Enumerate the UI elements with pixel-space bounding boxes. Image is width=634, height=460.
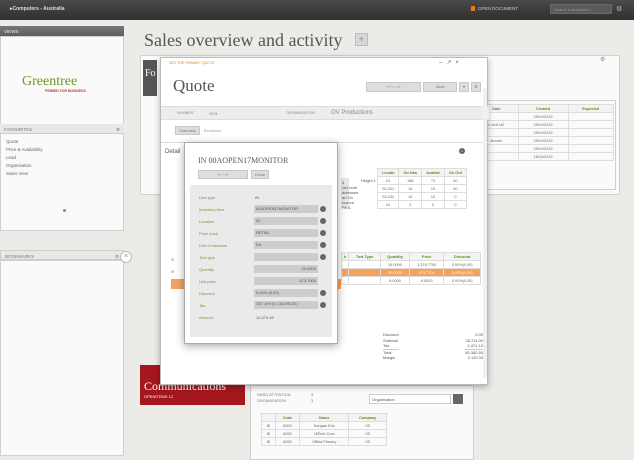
quote-title: Quote: [173, 76, 215, 95]
table-row[interactable]: 16.0000 1,376.7700 0.00%(0.00): [340, 260, 481, 269]
lookup-icon[interactable]: [320, 206, 326, 212]
favourites-header: FAVOURITES ⚙: [0, 124, 124, 134]
bookmarks-header: BOOKMARKS ⚙: [0, 250, 124, 260]
lookup-icon[interactable]: [320, 230, 326, 236]
top-bar: ▸Computers - Australia OPEN DOCUMENT Sea…: [0, 0, 634, 20]
quote-number: 1001: [209, 111, 218, 116]
quote-hint: NOT THE PRIMARY QUOTE: [169, 61, 215, 65]
favourite-quote[interactable]: Quote: [6, 138, 43, 146]
favourite-sales-view[interactable]: Sales View: [6, 170, 43, 178]
table-row[interactable]: ⊕ 6052 VBlea Primary 0S: [261, 437, 387, 446]
favourite-org[interactable]: Organisation: [6, 162, 43, 170]
table-row-selected[interactable]: 20.0000 473.7700 0.00%(0.00): [340, 268, 481, 277]
search-icon[interactable]: [453, 394, 463, 404]
views-header: VIEWS: [0, 26, 124, 36]
table-row[interactable]: 03-252 10 10 0: [376, 192, 468, 201]
bottom-panel: NMSG ATTENTION ORGANISATION 11 Organisati…: [250, 385, 474, 460]
totals: Discount Subtotal Tax Total Margin 0.00 28,71…: [383, 332, 483, 361]
logo-tagline: PRIMED FOR BUSINESS: [45, 89, 86, 93]
window-scrollbar[interactable]: [483, 88, 487, 378]
table-row[interactable]: 04 0 0 0: [376, 200, 468, 209]
nav-buttons[interactable]: « ‹ ○ › »: [366, 82, 421, 92]
table-row[interactable]: 29/10/2014: [474, 144, 615, 153]
lookup-icon[interactable]: [320, 290, 326, 296]
logo: Greentree: [22, 74, 78, 89]
table-row[interactable]: stomer 29/10/2014: [474, 136, 615, 145]
item-title: IN 00AOPEN17MONITOR: [198, 156, 289, 165]
favourite-lead[interactable]: Lead: [6, 154, 43, 162]
window-controls[interactable]: –↗×: [439, 59, 463, 66]
table-row[interactable]: 01 186 74 60: [376, 176, 468, 185]
totals-labels: Discount Subtotal Tax Total Margin: [383, 332, 399, 360]
close-button[interactable]: Close: [251, 170, 269, 179]
page-title: Sales overview and activity: [144, 30, 343, 50]
info-values: 11: [311, 393, 314, 403]
item-nav-buttons[interactable]: « ‹ › »: [198, 170, 248, 179]
right-table: Date Created Expected 29/10/2014 n Unit NZ…: [474, 104, 615, 161]
app-title: ▸Computers - Australia: [10, 6, 65, 12]
settings-icon[interactable]: ⚙: [115, 254, 119, 260]
details-label: Detail: [165, 149, 181, 155]
col-header: Expected: [567, 104, 615, 113]
bottom-table: Code Name Company ⊕ 6000 Kangan Edu 0S ⊕ 6052 H…: [261, 413, 387, 446]
tile-header: Fo: [143, 60, 157, 96]
tab-overview[interactable]: Overview: [175, 126, 200, 135]
quote-organisation: OV Productions: [331, 110, 374, 116]
organisation-select[interactable]: Organisation: [369, 394, 451, 404]
table-row[interactable]: 16/10/2014: [474, 152, 615, 161]
table-row[interactable]: 29/10/2014: [474, 128, 615, 137]
open-document-link[interactable]: OPEN DOCUMENT: [470, 6, 518, 11]
contact-text: Height 1: [361, 178, 376, 183]
settings-icon[interactable]: ⚙: [116, 127, 120, 133]
lines-table: h Text Type Quantity Price Discount 16.0000 1…: [340, 252, 481, 285]
search-input[interactable]: Search a document...: [550, 4, 612, 14]
tile-settings-icon[interactable]: ⚙: [600, 56, 605, 63]
scroll-dot: [63, 209, 66, 212]
collapse-icon[interactable]: ×: [120, 251, 132, 263]
quote-header-bar: NUMBER 1001 ORGANISATION OV Productions: [161, 106, 489, 120]
table-row[interactable]: 02-251 19 19 50: [376, 184, 468, 193]
table-row[interactable]: ⊕ 6052 HiTech Com 0S: [261, 429, 387, 438]
totals-values: 0.00 28,711.00 2,471.10 45,382.55 2,110.30: [465, 332, 483, 360]
tab-revisions[interactable]: Revisions: [201, 127, 224, 134]
details-menu-icon[interactable]: •: [459, 148, 465, 154]
table-row[interactable]: 29/10/2014: [474, 112, 615, 121]
table-row[interactable]: 8.0000 6.0000 0.00%(0.00): [340, 276, 481, 285]
communications-count: OPENITEMS 12: [144, 394, 174, 399]
table-row[interactable]: ⊕ 6000 Kangan Edu 0S: [261, 421, 387, 430]
lookup-icon[interactable]: [320, 218, 326, 224]
lookup-icon[interactable]: [320, 302, 326, 308]
right-table-panel: Date Created Expected 29/10/2014 n Unit NZ…: [470, 100, 616, 190]
views-panel: VIEWS Greentree PRIMED FOR BUSINESS FAVO…: [0, 26, 124, 231]
item-field-list: Line type IN Inventory item 00AOPEN17MONIT…: [199, 195, 326, 327]
field-tax: Tax GST 10% (0.1,324.95.231): [199, 301, 326, 315]
save-button[interactable]: Save: [423, 82, 457, 92]
more-button[interactable]: ▾: [459, 82, 469, 92]
stock-table: Locatn On Han Availab On Ord 01 186 74 60 02-2…: [376, 168, 468, 209]
bookmarks-panel: BOOKMARKS ⚙: [0, 250, 124, 456]
favourites-list: Quote Price & Availability Lead Organisa…: [6, 138, 43, 178]
info-labels: NMSG ATTENTION ORGANISATION: [257, 393, 291, 403]
truncated-text: 4 ves both ddresses an On ccount PA A: [342, 180, 359, 210]
table-row[interactable]: n Unit NZ 29/10/2014: [474, 120, 615, 129]
settings-icon[interactable]: ⚙: [616, 5, 622, 13]
add-tile-button[interactable]: +: [355, 33, 368, 46]
col-header: Created: [517, 104, 569, 113]
field-amount: Amount 12,474.40: [199, 315, 274, 320]
lookup-icon[interactable]: [320, 242, 326, 248]
favourite-price[interactable]: Price & Availability: [6, 146, 43, 154]
quote-tabs: Overview Revisions: [175, 126, 224, 135]
lookup-icon[interactable]: [320, 254, 326, 260]
settings-icon[interactable]: ⚙: [471, 82, 481, 92]
item-detail-popup: IN 00AOPEN17MONITOR « ‹ › » Close Line t…: [184, 142, 338, 344]
